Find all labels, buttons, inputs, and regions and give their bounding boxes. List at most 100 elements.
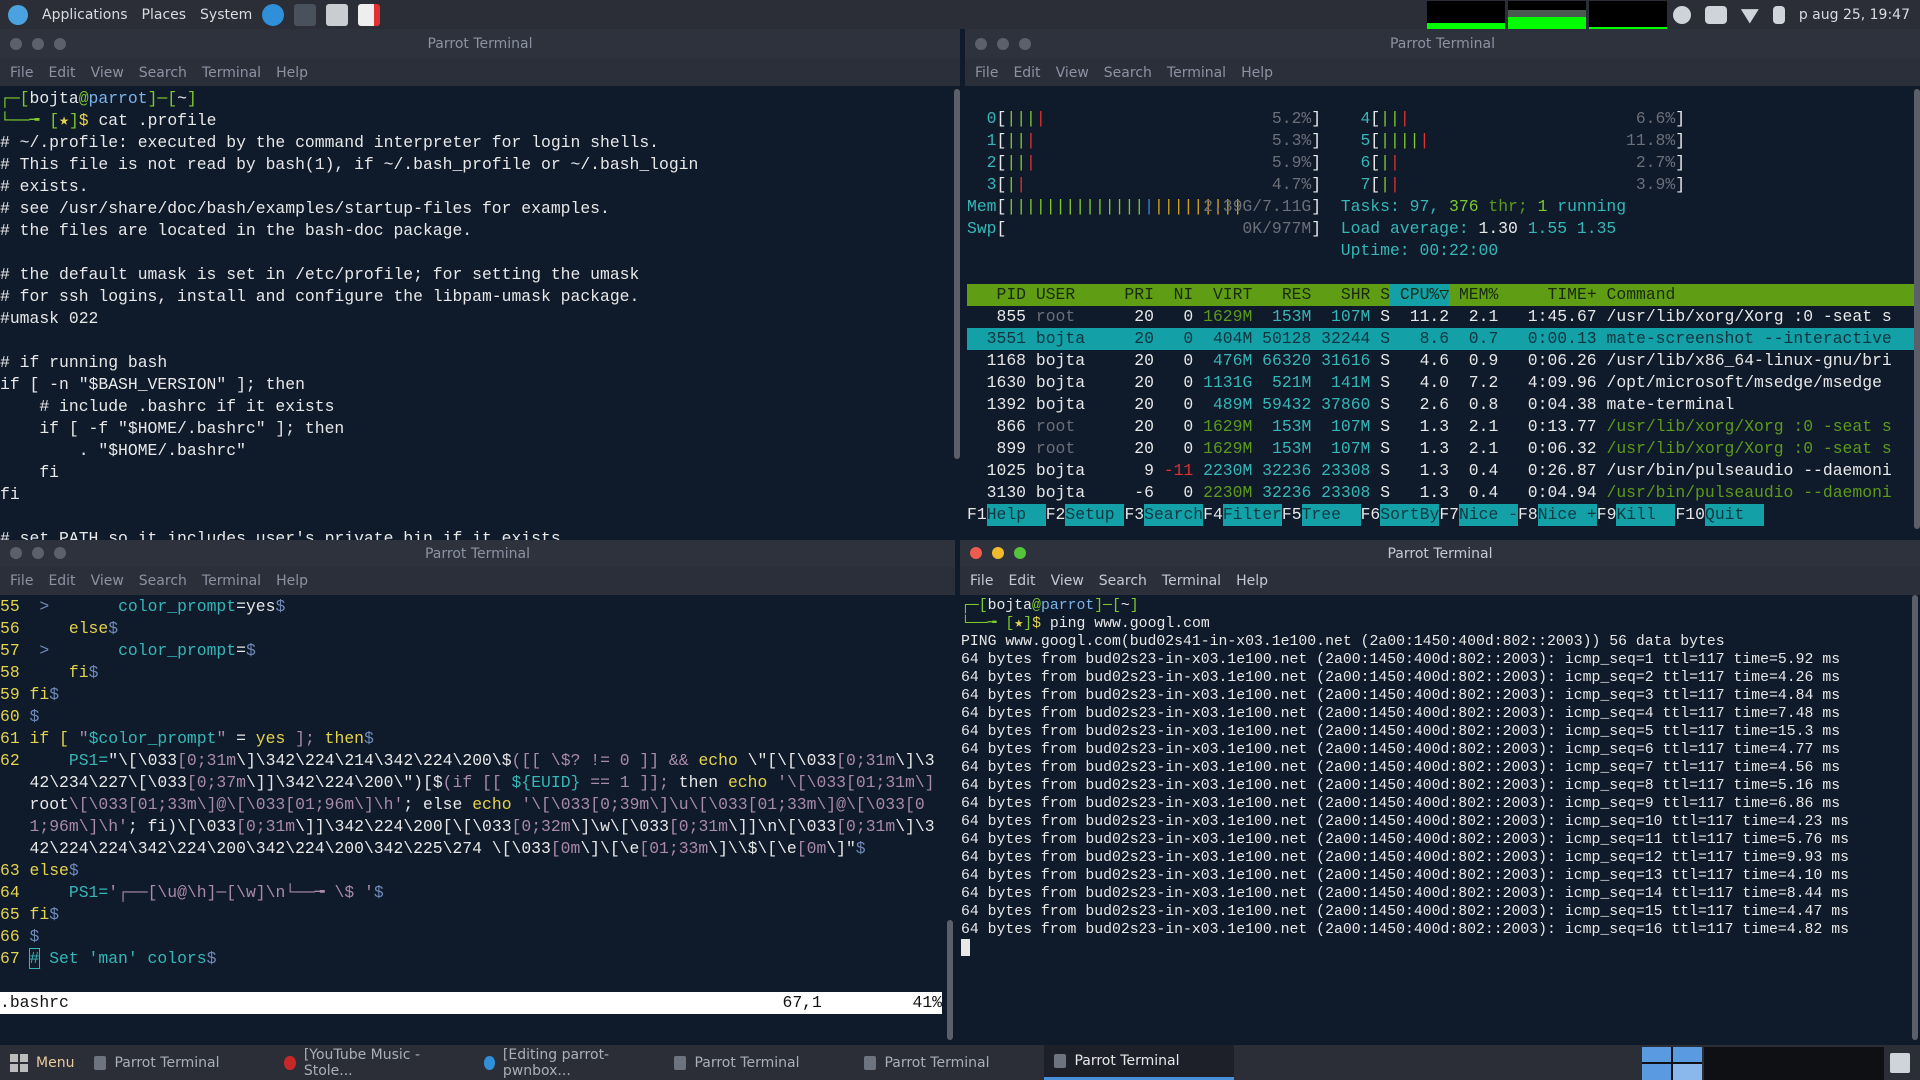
system-tray: p aug 25, 19:47 bbox=[1672, 0, 1910, 29]
taskbar-item[interactable]: Parrot Terminal bbox=[84, 1045, 274, 1080]
system-monitor[interactable] bbox=[1427, 1, 1667, 29]
menu-places[interactable]: Places bbox=[142, 7, 187, 23]
function-key-label[interactable]: Tree bbox=[1301, 504, 1361, 526]
menu-system[interactable]: System bbox=[200, 7, 252, 23]
close-button[interactable] bbox=[10, 38, 22, 50]
process-row[interactable]: 1168 bojta 20 0 476M 66320 31616 S 4.6 0… bbox=[967, 350, 1920, 372]
menu-terminal[interactable]: Terminal bbox=[1162, 573, 1221, 589]
close-button[interactable] bbox=[970, 547, 982, 559]
menu-terminal[interactable]: Terminal bbox=[202, 573, 261, 589]
text-segment: [0;31m bbox=[836, 817, 896, 836]
maximize-button[interactable] bbox=[1014, 547, 1026, 559]
text-segment: \]]\342\224\200[\[\033 bbox=[295, 817, 512, 836]
menu-help[interactable]: Help bbox=[1241, 65, 1273, 81]
workspace-switcher[interactable] bbox=[1642, 1047, 1702, 1080]
menu-view[interactable]: View bbox=[91, 573, 124, 589]
process-row[interactable]: 866 root 20 0 1629M 153M 107M S 1.3 2.1 … bbox=[967, 416, 1920, 438]
menu-search[interactable]: Search bbox=[139, 573, 187, 589]
function-key-label[interactable]: Search bbox=[1144, 504, 1204, 526]
menu-file[interactable]: File bbox=[970, 573, 993, 589]
scrollbar[interactable] bbox=[1914, 89, 1920, 529]
taskbar-item[interactable]: [Editing parrot-pwnbox... bbox=[474, 1045, 664, 1080]
minimize-button[interactable] bbox=[32, 547, 44, 559]
parrot-logo-icon[interactable] bbox=[8, 4, 28, 25]
menu-terminal[interactable]: Terminal bbox=[1167, 65, 1226, 81]
scrollbar[interactable] bbox=[954, 89, 960, 459]
show-desktop-icon[interactable] bbox=[1890, 1053, 1910, 1073]
process-row[interactable]: 899 root 20 0 1629M 153M 107M S 1.3 2.1 … bbox=[967, 438, 1920, 460]
scrollbar[interactable] bbox=[1912, 595, 1918, 1040]
htop-cell: /usr/bin/pulseaudio --daemoni bbox=[1596, 483, 1892, 502]
menu-file[interactable]: File bbox=[10, 573, 33, 589]
function-key-label[interactable]: Nice - bbox=[1459, 504, 1519, 526]
menu-search[interactable]: Search bbox=[1099, 573, 1147, 589]
close-button[interactable] bbox=[10, 547, 22, 559]
clock[interactable]: p aug 25, 19:47 bbox=[1799, 7, 1910, 23]
text-segment: [0m bbox=[550, 839, 581, 858]
htop-cell: 153M bbox=[1252, 417, 1312, 436]
process-row[interactable]: 855 root 20 0 1629M 153M 107M S 11.2 2.1… bbox=[967, 306, 1920, 328]
battery-icon[interactable] bbox=[1772, 5, 1785, 24]
maximize-button[interactable] bbox=[54, 547, 66, 559]
menu-button[interactable]: Menu bbox=[0, 1045, 84, 1080]
titlebar[interactable]: Parrot Terminal bbox=[0, 540, 955, 567]
titlebar[interactable]: Parrot Terminal bbox=[960, 540, 1920, 567]
edge-icon[interactable] bbox=[262, 3, 285, 26]
menu-help[interactable]: Help bbox=[1236, 573, 1268, 589]
process-row[interactable]: 1630 bojta 20 0 1131G 521M 141M S 4.0 7.… bbox=[967, 372, 1920, 394]
process-row[interactable]: 3130 bojta -6 0 2230M 32236 23308 S 1.3 … bbox=[967, 482, 1920, 504]
menu-view[interactable]: View bbox=[91, 65, 124, 81]
menu-view[interactable]: View bbox=[1051, 573, 1084, 589]
menu-file[interactable]: File bbox=[10, 65, 33, 81]
menu-search[interactable]: Search bbox=[139, 65, 187, 81]
wifi-icon[interactable] bbox=[1740, 9, 1759, 24]
menu-edit[interactable]: Edit bbox=[1013, 65, 1040, 81]
scrollbar[interactable] bbox=[947, 920, 953, 1040]
meter: 5[||||| 11.8%] bbox=[1341, 130, 1685, 152]
function-key-label[interactable]: Quit bbox=[1704, 504, 1765, 526]
menu-edit[interactable]: Edit bbox=[48, 573, 75, 589]
titlebar[interactable]: Parrot Terminal bbox=[0, 29, 960, 59]
minimize-button[interactable] bbox=[997, 38, 1009, 50]
function-key-label[interactable]: Help bbox=[986, 504, 1046, 526]
file-manager-icon[interactable] bbox=[326, 3, 349, 26]
function-key-label[interactable]: Setup bbox=[1065, 504, 1125, 526]
terminal-output[interactable]: ┌─[bojta@parrot]─[~] └──╼ [★]$ cat .profi… bbox=[0, 86, 960, 540]
htop-output[interactable]: 0[|||| 5.2%] 4[||| 6.6%] 1[||| 5.3%] 5[||||… bbox=[965, 86, 1920, 540]
workspace-2[interactable] bbox=[1704, 1047, 1884, 1080]
menu-search[interactable]: Search bbox=[1104, 65, 1152, 81]
terminal-output[interactable]: ┌─[bojta@parrot]─[~] └──╼ [★]$ ping www.g… bbox=[960, 595, 1920, 1045]
close-button[interactable] bbox=[975, 38, 987, 50]
workspace-1[interactable] bbox=[1642, 1047, 1702, 1080]
menu-view[interactable]: View bbox=[1056, 65, 1089, 81]
menu-help[interactable]: Help bbox=[276, 573, 308, 589]
volume-icon[interactable] bbox=[1704, 5, 1727, 24]
minimize-button[interactable] bbox=[32, 38, 44, 50]
menu-applications[interactable]: Applications bbox=[42, 7, 128, 23]
taskbar-item[interactable]: Parrot Terminal bbox=[854, 1045, 1044, 1080]
process-row[interactable]: 1392 bojta 20 0 489M 59432 37860 S 2.6 0… bbox=[967, 394, 1920, 416]
function-key-label[interactable]: SortBy bbox=[1380, 504, 1440, 526]
process-row[interactable]: 3551 bojta 20 0 404M 50128 32244 S 8.6 0… bbox=[967, 328, 1914, 350]
menu-edit[interactable]: Edit bbox=[48, 65, 75, 81]
titlebar[interactable]: Parrot Terminal bbox=[965, 29, 1920, 59]
menu-edit[interactable]: Edit bbox=[1008, 573, 1035, 589]
function-key-label[interactable]: Nice + bbox=[1537, 504, 1597, 526]
function-key-label[interactable]: Filter bbox=[1222, 504, 1282, 526]
menu-help[interactable]: Help bbox=[276, 65, 308, 81]
function-key-label[interactable]: Kill bbox=[1616, 504, 1676, 526]
bluetooth-icon[interactable] bbox=[1672, 5, 1691, 24]
taskbar-item[interactable]: [YouTube Music - Stole... bbox=[274, 1045, 474, 1080]
text-editor-icon[interactable] bbox=[358, 3, 381, 26]
menu-file[interactable]: File bbox=[975, 65, 998, 81]
minimize-button[interactable] bbox=[992, 547, 1004, 559]
vim-editor[interactable]: 55 > color_prompt=yes$ 56 else$ 57 > color… bbox=[0, 595, 942, 992]
taskbar-item[interactable]: Parrot Terminal bbox=[1044, 1045, 1235, 1080]
menu-terminal[interactable]: Terminal bbox=[202, 65, 261, 81]
meter: 2[||| 5.9%] bbox=[967, 152, 1321, 174]
taskbar-item[interactable]: Parrot Terminal bbox=[664, 1045, 854, 1080]
maximize-button[interactable] bbox=[1019, 38, 1031, 50]
terminal-icon[interactable] bbox=[294, 3, 317, 26]
maximize-button[interactable] bbox=[54, 38, 66, 50]
process-row[interactable]: 1025 bojta 9 -11 2230M 32236 23308 S 1.3… bbox=[967, 460, 1920, 482]
